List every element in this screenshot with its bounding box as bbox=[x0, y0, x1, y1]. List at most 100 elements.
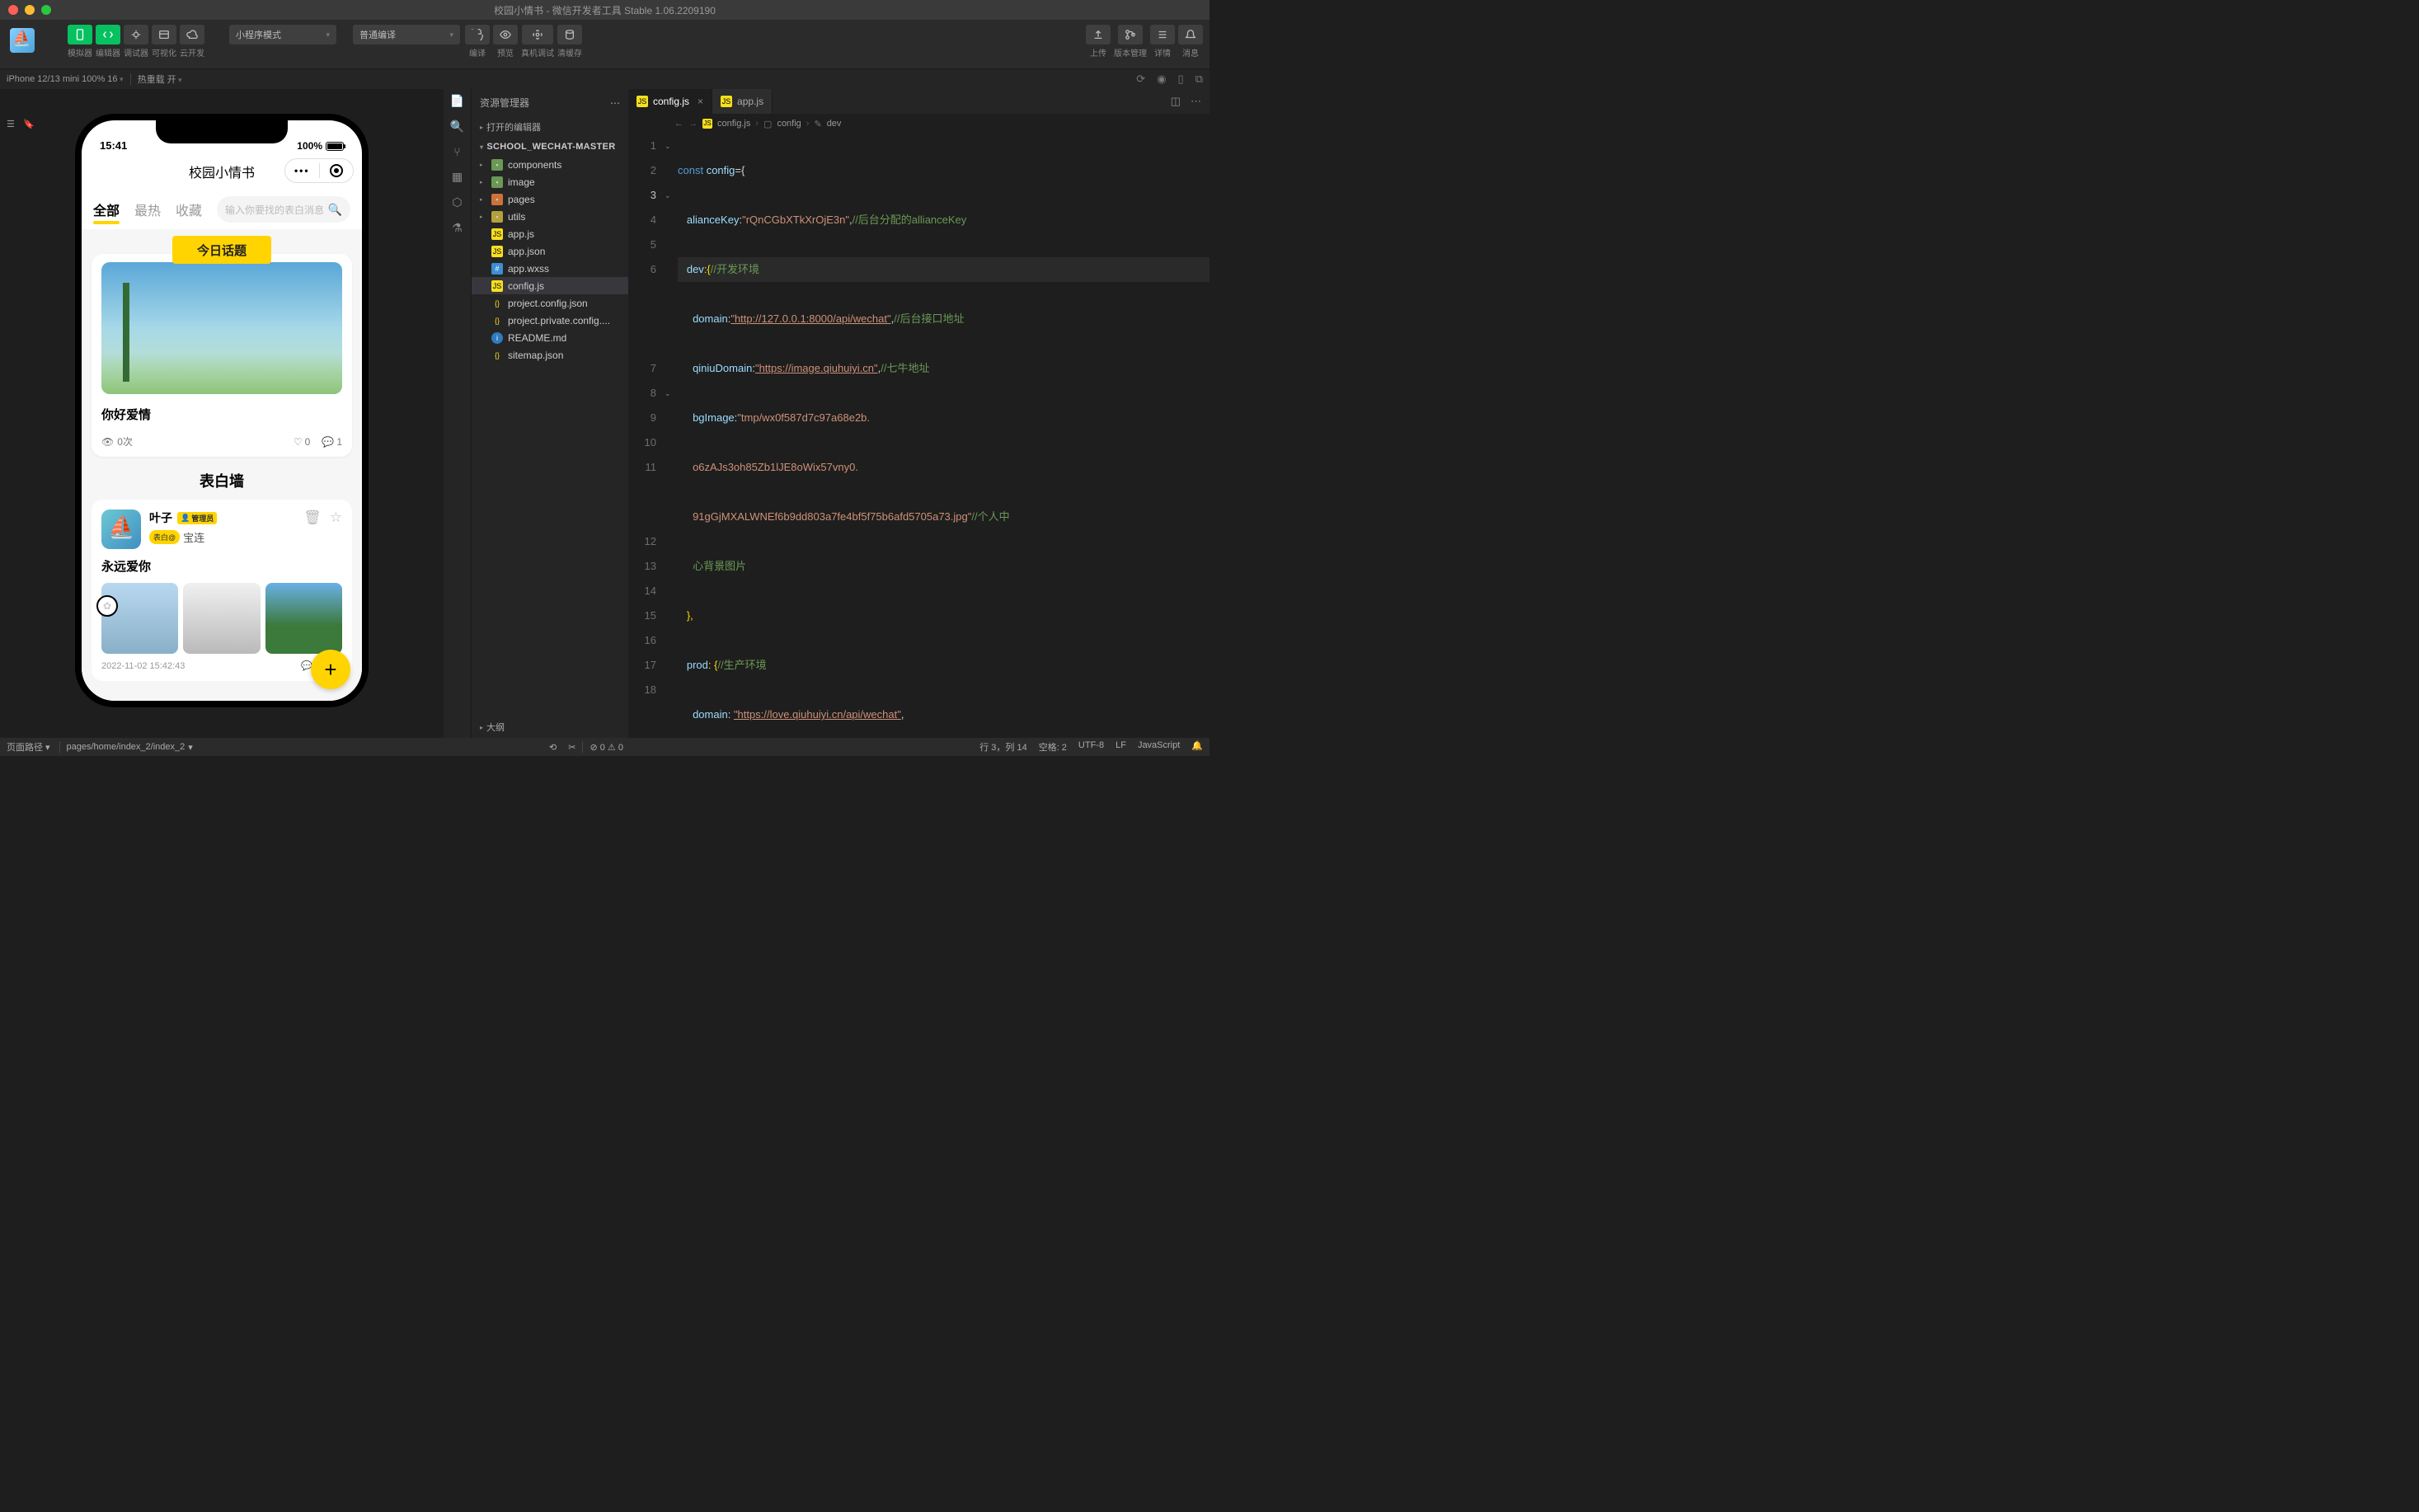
miniapp-body[interactable]: 今日话题 你好爱情 👁0次 ♡0 💬1 表白墙 bbox=[82, 229, 362, 701]
split-editor-icon[interactable]: ◫ bbox=[1171, 95, 1181, 108]
minimize-window[interactable] bbox=[25, 5, 35, 15]
tab-config-js[interactable]: JSconfig.js× bbox=[628, 89, 712, 114]
file-project-config-json[interactable]: {}project.config.json bbox=[472, 294, 628, 312]
maximize-window[interactable] bbox=[41, 5, 51, 15]
extensions-icon[interactable]: ▦ bbox=[452, 170, 463, 184]
delete-icon[interactable]: 🗑 bbox=[303, 509, 322, 526]
topic-hero-image bbox=[101, 262, 342, 394]
opened-editors-section[interactable]: 打开的编辑器 bbox=[472, 116, 628, 138]
popout-icon[interactable]: ⧉ bbox=[1195, 73, 1203, 86]
tab-active-label: config.js bbox=[653, 96, 689, 107]
close-tab-icon[interactable]: × bbox=[698, 96, 703, 107]
device-icon[interactable]: ▯ bbox=[1178, 73, 1184, 86]
visual-toggle[interactable] bbox=[152, 25, 176, 45]
tab-all[interactable]: 全部 bbox=[93, 200, 120, 219]
refresh-icon[interactable]: ⟳ bbox=[1136, 73, 1145, 86]
tab-more-icon[interactable]: ⋯ bbox=[1191, 95, 1201, 108]
mode-select[interactable]: 小程序模式 bbox=[229, 25, 336, 45]
hot-reload-toggle[interactable]: 热重载 开 bbox=[138, 73, 182, 86]
record-icon[interactable]: ◉ bbox=[1157, 73, 1166, 86]
npm-icon[interactable]: ⬡ bbox=[452, 195, 462, 209]
eol[interactable]: LF bbox=[1116, 740, 1126, 754]
post-image-2[interactable] bbox=[183, 583, 260, 654]
notif-icon[interactable]: 🔔 bbox=[1191, 740, 1203, 754]
editor-toggle[interactable] bbox=[96, 25, 120, 45]
messages-button[interactable] bbox=[1178, 25, 1203, 45]
post-image-3[interactable] bbox=[265, 583, 342, 654]
close-window[interactable] bbox=[8, 5, 18, 15]
today-topic-button[interactable]: 今日话题 bbox=[172, 236, 271, 264]
outline-section[interactable]: 大纲 bbox=[472, 716, 628, 738]
phone-frame: 15:41 100% 校园小情书 ••• 全部 最热 收藏 输入你要找的表白消息… bbox=[75, 114, 369, 707]
fold-gutter[interactable]: ⌄⌄⌄ bbox=[665, 134, 678, 738]
file-project-private-config----[interactable]: {}project.private.config.... bbox=[472, 312, 628, 329]
project-root[interactable]: SCHOOL_WECHAT-MASTER bbox=[472, 138, 628, 156]
avatar[interactable] bbox=[101, 509, 141, 549]
cloud-toggle[interactable] bbox=[180, 25, 204, 45]
topic-card[interactable]: 你好爱情 👁0次 ♡0 💬1 bbox=[92, 254, 352, 457]
debugger-toggle[interactable] bbox=[124, 25, 148, 45]
preview-button[interactable] bbox=[493, 25, 518, 45]
capsule-more[interactable]: ••• bbox=[285, 165, 319, 176]
cursor-pos[interactable]: 行 3，列 14 bbox=[979, 740, 1026, 754]
simulator-toggle[interactable] bbox=[68, 25, 92, 45]
tab-hot[interactable]: 最热 bbox=[134, 200, 161, 219]
encoding[interactable]: UTF-8 bbox=[1078, 740, 1104, 754]
author-name[interactable]: 叶子 bbox=[149, 509, 172, 526]
page-path[interactable]: pages/home/index_2/index_2 bbox=[67, 742, 186, 752]
file-app-json[interactable]: JSapp.json bbox=[472, 242, 628, 260]
version-button[interactable] bbox=[1118, 25, 1143, 45]
bc-menu-icon[interactable]: ☰ bbox=[7, 119, 15, 129]
explorer-more-icon[interactable]: ⋯ bbox=[610, 97, 620, 109]
comment-icon[interactable]: 💬 bbox=[322, 436, 334, 448]
indent[interactable]: 空格: 2 bbox=[1039, 740, 1067, 754]
code-area[interactable]: 123456 7891011 12131415161718 ⌄⌄⌄ const … bbox=[628, 134, 1210, 738]
at-badge: 表白@ bbox=[149, 530, 180, 544]
main-area: 15:41 100% 校园小情书 ••• 全部 最热 收藏 输入你要找的表白消息… bbox=[0, 89, 1210, 738]
file-label: app.json bbox=[508, 246, 545, 257]
sim-rotate-icon[interactable]: ⟲ bbox=[549, 742, 557, 753]
project-avatar[interactable] bbox=[10, 28, 35, 53]
tab-other-label: app.js bbox=[737, 96, 763, 107]
tab-fav[interactable]: 收藏 bbox=[176, 200, 202, 219]
search-panel-icon[interactable]: 🔍 bbox=[450, 120, 464, 134]
post-card[interactable]: 叶子👤管理员 表白@宝连 🗑 ☆ 永远爱你 ✿ bbox=[92, 500, 352, 681]
star-icon[interactable]: ☆ bbox=[330, 509, 342, 526]
folder-pages[interactable]: ▪pages bbox=[472, 190, 628, 208]
add-post-fab[interactable]: + bbox=[311, 650, 350, 689]
battery-pct: 100% bbox=[297, 140, 322, 152]
errors[interactable]: ⊘ 0 ⚠ 0 bbox=[589, 742, 623, 753]
clear-cache-button[interactable] bbox=[557, 25, 582, 45]
details-button[interactable] bbox=[1150, 25, 1175, 45]
file-app-wxss[interactable]: #app.wxss bbox=[472, 260, 628, 277]
search-input[interactable]: 输入你要找的表白消息 🔍 bbox=[217, 196, 350, 223]
post-image-1[interactable] bbox=[101, 583, 178, 654]
folder-components[interactable]: ▪components bbox=[472, 156, 628, 173]
explorer-icon[interactable]: 📄 bbox=[450, 94, 464, 108]
compile-button[interactable] bbox=[465, 25, 490, 45]
file-README-md[interactable]: iREADME.md bbox=[472, 329, 628, 346]
capsule-close[interactable] bbox=[320, 164, 354, 177]
miniapp-title: 校园小情书 bbox=[189, 162, 255, 181]
lab-icon[interactable]: ⚗ bbox=[452, 221, 463, 235]
remote-debug-button[interactable] bbox=[522, 25, 553, 45]
language[interactable]: JavaScript bbox=[1138, 740, 1180, 754]
file-app-js[interactable]: JSapp.js bbox=[472, 225, 628, 242]
tab-app-js[interactable]: JS app.js bbox=[712, 89, 773, 114]
admin-badge: 👤管理员 bbox=[177, 512, 217, 524]
file-icon: {} bbox=[491, 315, 503, 326]
js-icon: JS bbox=[721, 96, 732, 107]
sim-scissors-icon[interactable]: ✂ bbox=[568, 742, 575, 753]
upload-button[interactable] bbox=[1086, 25, 1111, 45]
code-content[interactable]: const config={ alianceKey:"rQnCGbXTkXrOj… bbox=[678, 134, 1210, 738]
git-icon[interactable]: ⑂ bbox=[453, 145, 460, 158]
compile-scheme-select[interactable]: 普通编译 bbox=[353, 25, 460, 45]
file-sitemap-json[interactable]: {}sitemap.json bbox=[472, 346, 628, 364]
device-selector[interactable]: iPhone 12/13 mini 100% 16 bbox=[7, 74, 124, 84]
heart-icon[interactable]: ♡ bbox=[294, 436, 303, 448]
folder-utils[interactable]: ▪utils bbox=[472, 208, 628, 225]
file-config-js[interactable]: JSconfig.js bbox=[472, 277, 628, 294]
bc-bookmark-icon[interactable]: 🔖 bbox=[23, 119, 35, 129]
folder-image[interactable]: ▪image bbox=[472, 173, 628, 190]
breadcrumb[interactable]: ☰ 🔖 ←→ JS config.js› ▢config› ✎dev bbox=[628, 114, 1210, 134]
